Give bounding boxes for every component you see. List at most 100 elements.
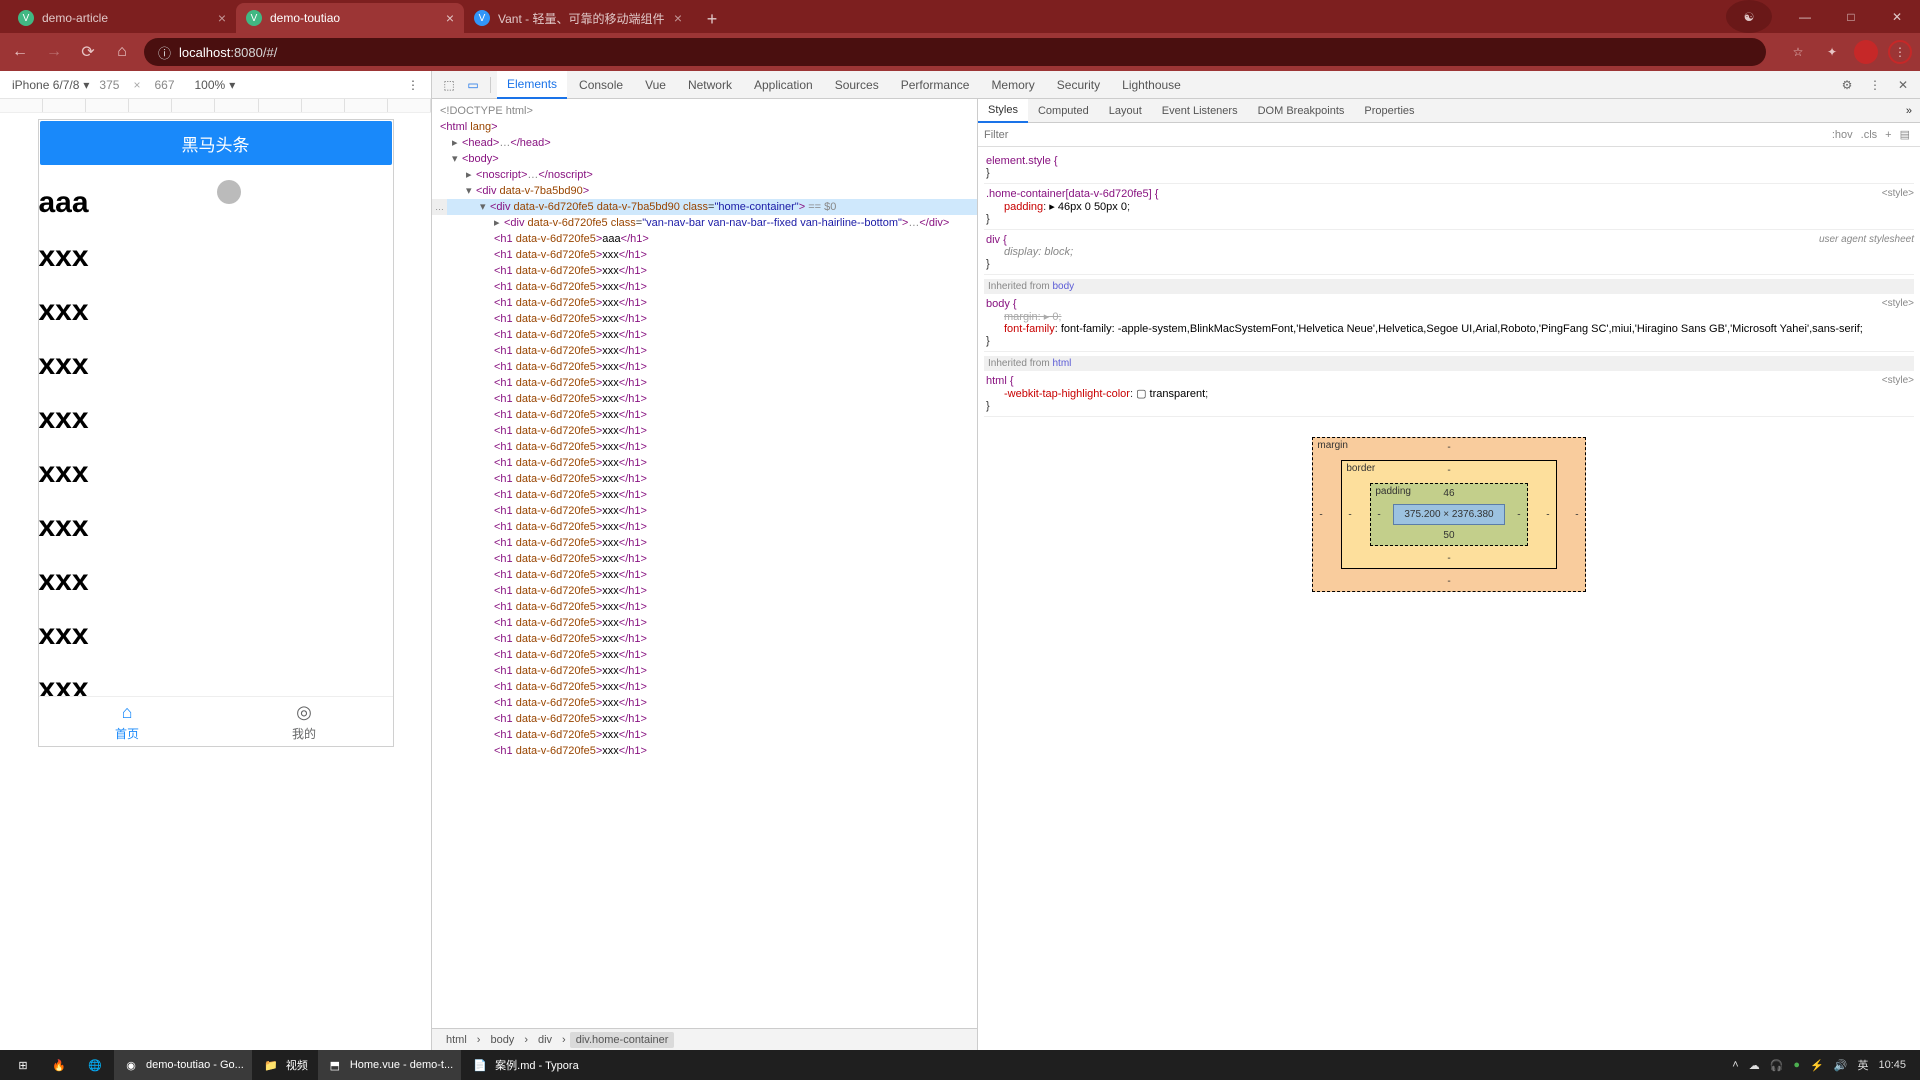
styles-panel: Styles Computed Layout Event Listeners D… — [978, 99, 1920, 1050]
styles-rules[interactable]: element.style { } <style> .home-containe… — [978, 147, 1920, 1050]
tab-network[interactable]: Network — [678, 71, 742, 99]
windows-taskbar: ⊞ 🔥 🌐 ◉demo-toutiao - Go... 📁视频 ⬒Home.vu… — [0, 1050, 1920, 1080]
taskbar-app[interactable]: 📄案例.md - Typora — [463, 1050, 587, 1080]
settings-icon[interactable]: ⚙ — [1836, 74, 1858, 96]
profile-avatar[interactable] — [1854, 40, 1878, 64]
list-item: xxx — [39, 294, 393, 328]
taskbar-app[interactable]: 📁视频 — [254, 1050, 316, 1080]
filter-input[interactable] — [984, 129, 1828, 141]
url-host: localhost — [179, 45, 230, 60]
styles-filter: :hov .cls + ▤ — [978, 123, 1920, 147]
list-item: xxx — [39, 240, 393, 274]
browser-menu-button[interactable]: ⋮ — [1888, 40, 1912, 64]
devtools-panel: ⬚ ▭ Elements Console Vue Network Applica… — [432, 71, 1920, 1050]
devtools-close-icon[interactable]: ✕ — [1892, 74, 1914, 96]
taskbar-app[interactable]: ◉demo-toutiao - Go... — [114, 1050, 252, 1080]
maximize-button[interactable]: □ — [1828, 0, 1874, 33]
tab-performance[interactable]: Performance — [891, 71, 980, 99]
user-icon: ◎ — [296, 702, 312, 723]
list-item: xxx — [39, 456, 393, 490]
dom-tree[interactable]: <!DOCTYPE html><html lang>▸<head>…</head… — [432, 99, 977, 1028]
subtab-styles[interactable]: Styles — [978, 99, 1028, 123]
tray-icon[interactable]: 🎧 — [1770, 1059, 1784, 1072]
taskbar-app[interactable]: 🌐 — [78, 1050, 112, 1080]
browser-tab[interactable]: V demo-article × — [8, 3, 236, 33]
device-more-icon[interactable]: ⋮ — [407, 78, 419, 92]
incognito-icon[interactable]: ☯ — [1726, 0, 1772, 33]
browser-tab[interactable]: V demo-toutiao × — [236, 3, 464, 33]
tab-lighthouse[interactable]: Lighthouse — [1112, 71, 1191, 99]
clock[interactable]: 10:45 — [1878, 1059, 1906, 1071]
tab-elements[interactable]: Elements — [497, 71, 567, 99]
computed-toggle-icon[interactable]: ▤ — [1900, 128, 1910, 141]
tab-title: demo-toutiao — [270, 11, 340, 25]
close-button[interactable]: ✕ — [1874, 0, 1920, 33]
devtools-tabs: ⬚ ▭ Elements Console Vue Network Applica… — [432, 71, 1920, 99]
device-width[interactable]: 375 — [99, 78, 119, 92]
home-icon: ⌂ — [122, 702, 133, 723]
system-tray[interactable]: ˄ ☁ 🎧 ● ⚡ 🔊 英 10:45 — [1732, 1057, 1914, 1073]
ime-indicator[interactable]: 英 — [1857, 1057, 1868, 1073]
subtab-listeners[interactable]: Event Listeners — [1152, 99, 1248, 123]
touch-indicator — [217, 180, 241, 204]
close-icon[interactable]: × — [218, 10, 226, 26]
tab-sources[interactable]: Sources — [825, 71, 889, 99]
device-viewport[interactable]: 黑马头条 aaa xxx xxx xxx xxx xxx xxx xxx xxx… — [38, 119, 394, 747]
tabbar-mine[interactable]: ◎ 我的 — [216, 697, 393, 746]
close-icon[interactable]: × — [674, 10, 682, 26]
vue-icon: V — [18, 10, 34, 26]
subtab-dom-breakpoints[interactable]: DOM Breakpoints — [1248, 99, 1355, 123]
more-icon[interactable]: ⋮ — [1864, 74, 1886, 96]
tray-icon[interactable]: ˄ — [1732, 1059, 1738, 1071]
tabbar-home[interactable]: ⌂ 首页 — [39, 697, 216, 746]
list-item: xxx — [39, 402, 393, 436]
subtab-computed[interactable]: Computed — [1028, 99, 1099, 123]
subtab-layout[interactable]: Layout — [1099, 99, 1152, 123]
cls-toggle[interactable]: .cls — [1861, 129, 1878, 141]
close-icon[interactable]: × — [446, 10, 454, 26]
taskbar-app[interactable]: ⬒Home.vue - demo-t... — [318, 1050, 461, 1080]
forward-button[interactable]: → — [42, 40, 66, 64]
zoom-selector[interactable]: 100% ▾ — [195, 78, 236, 92]
browser-tab-strip: V demo-article × V demo-toutiao × V Vant… — [0, 0, 1920, 33]
tray-icon[interactable]: ⚡ — [1810, 1059, 1824, 1072]
site-info-icon[interactable]: ⓘ — [158, 43, 171, 62]
browser-toolbar: ← → ⟳ ⌂ ⓘ localhost:8080/#/ ☆ ✦ ⋮ — [0, 33, 1920, 71]
tray-icon[interactable]: ☁ — [1749, 1059, 1760, 1072]
app-content[interactable]: aaa xxx xxx xxx xxx xxx xxx xxx xxx xxx — [39, 166, 393, 696]
reload-button[interactable]: ⟳ — [76, 40, 100, 64]
box-model[interactable]: margin - - - - border - - - - — [984, 417, 1914, 612]
subtab-more-icon[interactable]: » — [1898, 105, 1920, 117]
device-toolbar: iPhone 6/7/8 ▾ 375 × 667 100% ▾ ⋮ — [0, 71, 431, 99]
list-item: xxx — [39, 618, 393, 652]
new-rule-button[interactable]: + — [1885, 129, 1891, 141]
device-emulation-panel: iPhone 6/7/8 ▾ 375 × 667 100% ▾ ⋮ 黑马头条 a… — [0, 71, 432, 1050]
device-selector[interactable]: iPhone 6/7/8 ▾ — [12, 78, 89, 92]
extensions-icon[interactable]: ✦ — [1820, 40, 1844, 64]
tray-icon[interactable]: 🔊 — [1834, 1059, 1848, 1072]
browser-tab[interactable]: V Vant - 轻量、可靠的移动端组件 × — [464, 3, 692, 33]
tab-application[interactable]: Application — [744, 71, 823, 99]
address-bar[interactable]: ⓘ localhost:8080/#/ — [144, 38, 1766, 66]
bookmark-icon[interactable]: ☆ — [1786, 40, 1810, 64]
inspect-icon[interactable]: ⬚ — [438, 74, 460, 96]
hov-toggle[interactable]: :hov — [1832, 129, 1853, 141]
tab-security[interactable]: Security — [1047, 71, 1110, 99]
device-toggle-icon[interactable]: ▭ — [462, 74, 484, 96]
tab-title: Vant - 轻量、可靠的移动端组件 — [498, 10, 664, 27]
subtab-properties[interactable]: Properties — [1354, 99, 1424, 123]
start-button[interactable]: ⊞ — [6, 1050, 40, 1080]
back-button[interactable]: ← — [8, 40, 32, 64]
home-button[interactable]: ⌂ — [110, 40, 134, 64]
breadcrumb[interactable]: html› body› div› div.home-container — [432, 1028, 977, 1050]
tab-memory[interactable]: Memory — [981, 71, 1044, 99]
minimize-button[interactable]: — — [1782, 0, 1828, 33]
tab-console[interactable]: Console — [569, 71, 633, 99]
ruler — [0, 99, 431, 113]
tray-icon[interactable]: ● — [1793, 1059, 1800, 1071]
vue-icon: V — [246, 10, 262, 26]
taskbar-app[interactable]: 🔥 — [42, 1050, 76, 1080]
tab-vue[interactable]: Vue — [635, 71, 676, 99]
new-tab-button[interactable]: + — [698, 5, 726, 33]
device-height[interactable]: 667 — [154, 78, 174, 92]
